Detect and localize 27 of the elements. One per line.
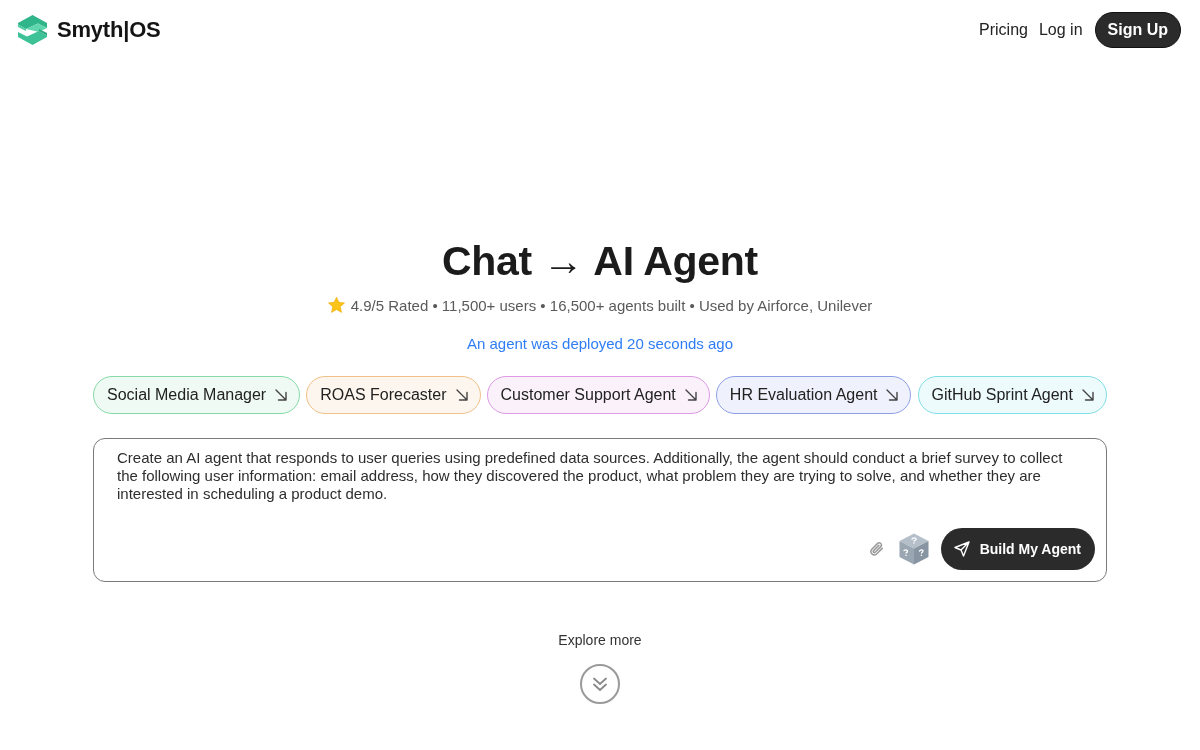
arrow-down-right-icon [455, 389, 468, 401]
brand-name: Smyth|OS [57, 17, 161, 43]
page-title: Chat → AI Agent [442, 237, 758, 286]
scroll-down-button[interactable] [580, 664, 620, 704]
template-chip[interactable]: HR Evaluation Agent [715, 376, 912, 414]
star-icon [327, 297, 345, 313]
activity-notice: An agent was deployed 20 seconds ago [467, 334, 733, 354]
build-agent-button[interactable]: Build My Agent [940, 528, 1095, 570]
template-chip[interactable]: Customer Support Agent [486, 376, 710, 414]
arrow-down-right-icon [684, 389, 697, 401]
template-chip[interactable]: ROAS Forecaster [306, 376, 481, 414]
nav-link[interactable]: Pricing [979, 19, 1028, 41]
template-chip[interactable]: GitHub Sprint Agent [917, 376, 1107, 414]
prompt-input[interactable]: Create an AI agent that responds to user queries using predefined data sources. Additionally, the agent should conduct a brief survey to collect the following user information: email address, how they discovered the product, what problem they are trying to solve, and whether they are interested in scheduling a product demo. [117, 449, 1095, 528]
paperclip-icon[interactable] [868, 541, 885, 557]
stats-text: 4.9/5 Rated • 11,500+ users • 16,500+ agents built • Used by Airforce, Unilever [350, 296, 873, 314]
double-chevron-down-icon [592, 676, 608, 692]
send-icon [953, 541, 970, 557]
arrow-down-right-icon [275, 389, 288, 401]
dice-icon[interactable] [898, 533, 929, 565]
template-chip[interactable]: Social Media Manager [93, 376, 301, 414]
explore-label: Explore more [558, 631, 642, 649]
nav-link[interactable]: Log in [1038, 19, 1083, 41]
arrow-down-right-icon [1081, 389, 1094, 401]
arrow-down-right-icon [886, 389, 899, 401]
logo-icon [18, 15, 47, 45]
sign-up-button[interactable]: Sign Up [1094, 12, 1181, 48]
